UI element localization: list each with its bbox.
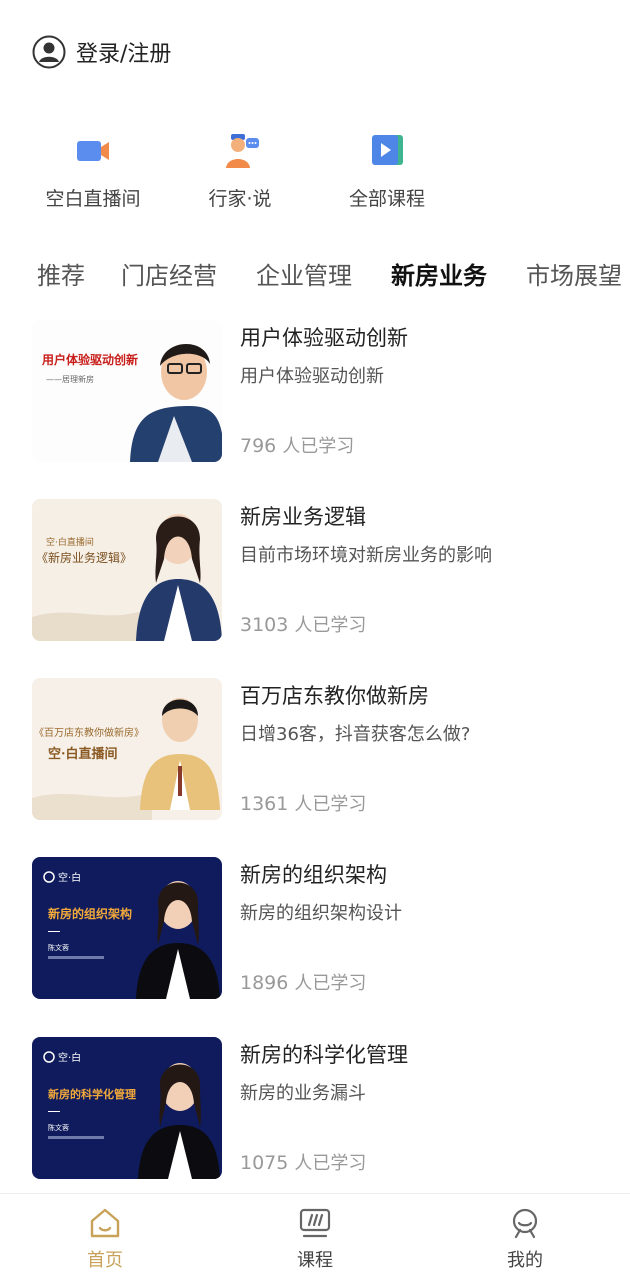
quick-links: 空白直播间 行家·说 全部课程 [0,130,630,220]
course-learner-count: 1361 人已学习 [240,790,366,816]
learner-count-unit: 人已学习 [294,973,367,994]
thumb-logo: 空·白 [58,871,81,884]
nav-courses[interactable]: 课程 [270,1206,360,1272]
tab-enterprise-management[interactable]: 企业管理 [256,255,352,297]
course-item[interactable]: 空·白 新房的科学化管理 陈文蓉 新房的科学化管理 新房的业务漏斗 1075 人… [0,1035,630,1185]
learner-count-unit: 人已学习 [294,794,367,815]
course-thumbnail: 空·白 新房的组织架构 陈文蓉 [32,857,222,999]
quick-link-label: 空白直播间 [45,188,141,210]
thumb-subtitle: ——居理新房 [46,374,94,384]
course-screen-icon [299,1208,331,1238]
nav-label: 首页 [87,1250,123,1271]
expert-speaker-icon [226,134,259,168]
learner-count-value: 796 [240,435,277,457]
course-subtitle: 目前市场环境对新房业务的影响 [240,545,492,566]
course-learner-count: 1075 人已学习 [240,1149,366,1175]
home-icon [90,1208,120,1238]
course-subtitle: 新房的业务漏斗 [240,1083,366,1104]
category-tabs: 推荐 门店经营 企业管理 新房业务 市场展望 [0,255,630,297]
tab-recommend[interactable]: 推荐 [37,255,85,297]
thumb-title: 《百万店东教你做新房》 [34,726,144,739]
quick-link-expert-talk[interactable]: 行家·说 [175,130,305,211]
user-avatar-icon [32,35,66,69]
course-thumbnail: 用户体验驱动创新 ——居理新房 [32,320,222,462]
nav-label: 我的 [507,1250,543,1271]
quick-link-all-courses[interactable]: 全部课程 [322,130,452,211]
nav-home[interactable]: 首页 [60,1206,150,1272]
course-item[interactable]: 空·白 新房的组织架构 陈文蓉 新房的组织架构 新房的组织架构设计 1896 人… [0,855,630,1005]
course-title: 百万店东教你做新房 [240,684,429,708]
bottom-navigation: 首页 课程 我的 [0,1193,630,1280]
course-learner-count: 796 人已学习 [240,432,354,458]
course-thumbnail: 《百万店东教你做新房》 空·白直播间 [32,678,222,820]
learner-count-value: 1896 [240,972,289,994]
course-subtitle: 日增36客，抖音获客怎么做? [240,724,471,745]
course-subtitle: 新房的组织架构设计 [240,903,402,924]
quick-link-live-room[interactable]: 空白直播间 [28,130,158,211]
thumb-logo: 空·白 [58,1051,81,1064]
learner-count-value: 3103 [240,614,289,636]
learner-count-value: 1361 [240,793,289,815]
learner-count-unit: 人已学习 [294,1153,367,1174]
course-title: 新房业务逻辑 [240,505,366,529]
thumb-speaker: 陈文蓉 [48,943,69,952]
thumb-title: 新房的组织架构 [48,906,132,921]
nav-label: 课程 [297,1250,333,1271]
thumb-speaker: 陈文蓉 [48,1123,69,1132]
learner-count-unit: 人已学习 [294,615,367,636]
course-learner-count: 3103 人已学习 [240,611,366,637]
tab-store-operation[interactable]: 门店经营 [121,255,217,297]
video-camera-icon [77,141,109,161]
course-item[interactable]: 空·白直播间 《新房业务逻辑》 新房业务逻辑 目前市场环境对新房业务的影响 31… [0,497,630,647]
course-subtitle: 用户体验驱动创新 [240,366,384,387]
course-title: 新房的科学化管理 [240,1043,408,1067]
thumb-title: 用户体验驱动创新 [41,352,138,367]
course-item[interactable]: 用户体验驱动创新 ——居理新房 用户体验驱动创新 用户体验驱动创新 796 人已… [0,318,630,468]
course-learner-count: 1896 人已学习 [240,969,366,995]
login-register-label: 登录/注册 [76,42,172,67]
tab-new-house-business[interactable]: 新房业务 [391,255,487,297]
nav-profile[interactable]: 我的 [480,1206,570,1272]
course-thumbnail: 空·白 新房的科学化管理 陈文蓉 [32,1037,222,1179]
profile-icon [512,1208,538,1239]
course-play-icon [372,135,403,165]
quick-link-label: 行家·说 [208,188,272,210]
course-thumbnail: 空·白直播间 《新房业务逻辑》 [32,499,222,641]
quick-link-label: 全部课程 [348,188,425,210]
tab-market-outlook[interactable]: 市场展望 [526,255,622,297]
login-register-link[interactable]: 登录/注册 [32,34,171,70]
thumb-brand: 空·白直播间 [46,536,94,548]
thumb-brand: 空·白直播间 [48,746,118,762]
thumb-title: 《新房业务逻辑》 [36,550,132,565]
course-title: 用户体验驱动创新 [240,326,408,350]
course-item[interactable]: 《百万店东教你做新房》 空·白直播间 百万店东教你做新房 日增36客，抖音获客怎… [0,676,630,826]
course-title: 新房的组织架构 [240,863,387,887]
learner-count-value: 1075 [240,1152,289,1174]
learner-count-unit: 人已学习 [282,436,355,457]
thumb-title: 新房的科学化管理 [48,1087,136,1101]
